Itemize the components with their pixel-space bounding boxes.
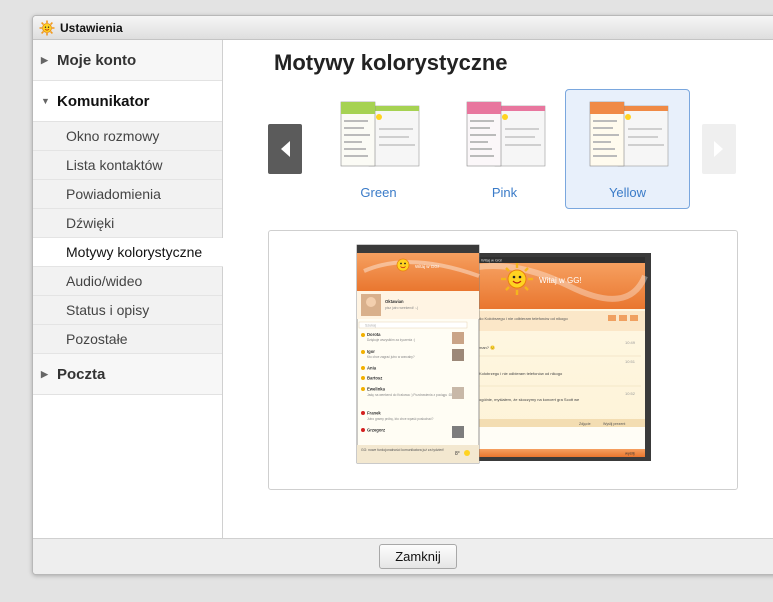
sidebar-section-moje-konto[interactable]: ▶ Moje konto — [33, 40, 222, 81]
preview-chat-line: Kołobrzegu i nie odbieram telefonów od n… — [479, 371, 563, 376]
theme-card-green[interactable]: Green — [316, 89, 441, 209]
theme-preview-image: Witaj w GG! Witaj w GG! do Kołobrzegu i … — [356, 244, 651, 464]
section-label: Poczta — [57, 365, 106, 383]
preview-contact-name: Dorota — [367, 332, 381, 337]
sidebar-item-lista-kontaktow[interactable]: Lista kontaktów — [33, 151, 222, 180]
sidebar-section-poczta[interactable]: ▶ Poczta — [33, 354, 222, 395]
sidebar-item-okno-rozmowy[interactable]: Okno rozmowy — [33, 122, 222, 151]
sidebar-section-komunikator[interactable]: ▼ Komunikator — [33, 81, 222, 122]
preview-weather: 8° — [455, 451, 460, 457]
preview-notice: GG: nowe funkcjonalności komunikatora ju… — [361, 448, 444, 452]
preview-footer-link: Zdjęcie — [579, 422, 591, 426]
preview-header: Witaj w GG! — [539, 276, 582, 285]
preview-contact-desc: Jadę na weekend do Krakowa :) Pozdrowien… — [367, 393, 456, 397]
next-theme-button[interactable] — [702, 124, 736, 174]
preview-contact-name: Ewelinka — [367, 387, 386, 392]
prev-theme-button[interactable] — [268, 124, 302, 174]
section-label: Moje konto — [57, 51, 137, 69]
chevron-right-icon: ▶ — [41, 54, 48, 65]
theme-thumbnail — [589, 101, 669, 167]
preview-contact-name: Oktawian — [385, 299, 404, 304]
preview-contact-name: Franek — [367, 411, 381, 416]
preview-contact-desc: Kto chce zagrać jutro w warcaby? — [367, 355, 415, 359]
chevron-left-icon — [281, 141, 290, 157]
preview-send: wyślij — [625, 451, 635, 456]
sidebar-item-motywy-kolorystyczne[interactable]: Motywy kolorystyczne — [33, 238, 223, 267]
preview-contact-name: Bartosz — [367, 376, 382, 381]
preview-contact-desc: Dziękuje wszystkim za życzenia :) — [367, 338, 415, 342]
preview-list-title: Witaj w GG! — [415, 264, 439, 269]
preview-contact-name: Grzegorz — [367, 428, 385, 433]
theme-thumbnail — [466, 101, 546, 167]
theme-card-pink[interactable]: Pink — [442, 89, 567, 209]
main-content: Motywy kolorystyczne Green Pink Yellow W… — [224, 40, 773, 540]
preview-chat-title: Witaj w GG! — [481, 258, 502, 263]
theme-card-yellow[interactable]: Yellow — [565, 89, 690, 209]
sidebar-item-dzwieki[interactable]: Dźwięki — [33, 209, 222, 238]
preview-time: 10:51 — [625, 359, 636, 364]
chevron-down-icon: ▼ — [41, 96, 50, 106]
preview-chat-line: man? 🙂 — [479, 345, 495, 350]
window-title: Ustawienia — [60, 20, 123, 35]
preview-contact-desc: pisz jutro weekend! :-) — [385, 306, 418, 310]
chevron-right-icon — [714, 141, 723, 157]
preview-time: 10:49 — [625, 340, 636, 345]
theme-preview: Witaj w GG! Witaj w GG! do Kołobrzegu i … — [268, 230, 738, 490]
gg-sun-icon — [39, 20, 55, 36]
title-bar: Ustawienia — [33, 16, 773, 40]
preview-search: Szukaj — [365, 324, 376, 328]
theme-label: Green — [360, 185, 397, 200]
preview-time: 10:52 — [625, 391, 636, 396]
settings-sidebar: ▶ Moje konto ▼ Komunikator Okno rozmowy … — [33, 40, 223, 540]
theme-label: Yellow — [608, 185, 647, 200]
sidebar-item-audio-wideo[interactable]: Audio/wideo — [33, 267, 222, 296]
theme-label: Pink — [491, 185, 518, 200]
preview-chat-line: do Kołobrzegu i nie odbieram telefonów o… — [479, 316, 569, 321]
theme-thumbnail — [340, 101, 420, 167]
sidebar-item-status-i-opisy[interactable]: Status i opisy — [33, 296, 222, 325]
sidebar-item-powiadomienia[interactable]: Powiadomienia — [33, 180, 222, 209]
page-title: Motywy kolorystyczne — [274, 50, 508, 75]
settings-window: Ustawienia ▶ Moje konto ▼ Komunikator Ok… — [32, 15, 773, 575]
dialog-footer: Zamknij — [33, 538, 773, 574]
sidebar-item-pozostale[interactable]: Pozostałe — [33, 325, 222, 354]
preview-contact-desc: Jutro gramy próbę, kto chce wpaść posłuc… — [367, 417, 434, 421]
section-label: Komunikator — [57, 92, 150, 110]
preview-chat-line: ogólnie, myślałem, że skoczymy na koncer… — [479, 397, 580, 402]
chevron-right-icon: ▶ — [41, 368, 48, 379]
preview-footer-link: Wyślij prezent — [603, 422, 625, 426]
close-button[interactable]: Zamknij — [379, 544, 457, 569]
preview-contact-name: Igor — [367, 349, 375, 354]
preview-contact-name: Ania — [367, 366, 377, 371]
